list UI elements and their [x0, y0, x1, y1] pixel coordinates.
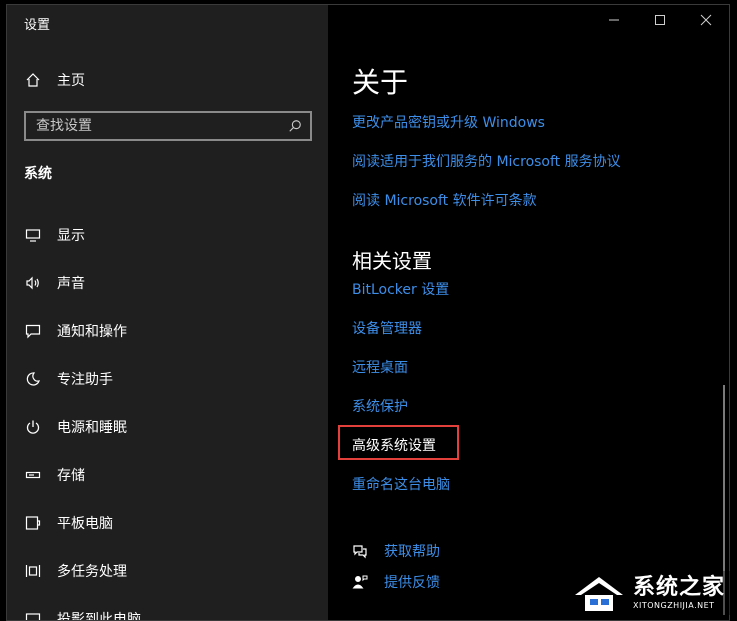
sidebar-item-display[interactable]: 显示 — [7, 211, 328, 259]
watermark-url: XITONGZHIJIA.NET — [632, 600, 715, 610]
link-services-agreement[interactable]: 阅读适用于我们服务的 Microsoft 服务协议 — [352, 151, 621, 171]
sidebar-item-label: 通知和操作 — [57, 324, 127, 340]
link-license-terms[interactable]: 阅读 Microsoft 软件许可条款 — [352, 190, 537, 210]
window-title: 设置 — [24, 18, 51, 33]
multitask-icon — [25, 565, 41, 577]
link-device-manager[interactable]: 设备管理器 — [352, 318, 422, 338]
sidebar-item-power-sleep[interactable]: 电源和睡眠 — [7, 403, 328, 451]
sidebar-item-label: 平板电脑 — [57, 516, 113, 532]
link-rename-pc[interactable]: 重命名这台电脑 — [352, 474, 450, 494]
minimize-icon — [609, 19, 619, 21]
home-icon — [26, 73, 40, 87]
sidebar: 设置 主页 系统 显示 声 — [7, 5, 328, 620]
monitor-icon — [25, 229, 41, 242]
tablet-icon — [25, 516, 41, 530]
sidebar-item-label: 投影到此电脑 — [57, 612, 141, 621]
search-box[interactable] — [24, 111, 312, 141]
link-bitlocker[interactable]: BitLocker 设置 — [352, 279, 449, 299]
related-settings-title: 相关设置 — [352, 249, 432, 273]
sidebar-nav: 显示 声音 通知和操作 专注助手 电源和睡眠 存储 平板电脑 多任务处理 投影到… — [7, 211, 328, 621]
sidebar-item-label: 电源和睡眠 — [57, 420, 127, 436]
watermark-title: 系统之家 — [632, 574, 725, 600]
page-title: 关于 — [352, 66, 409, 99]
feedback-link-label: 提供反馈 — [384, 575, 440, 591]
section-title: 系统 — [24, 166, 52, 182]
link-remote-desktop[interactable]: 远程桌面 — [352, 357, 408, 377]
notification-icon — [25, 324, 41, 339]
close-button[interactable] — [683, 5, 729, 35]
settings-window: 设置 主页 系统 显示 声 — [6, 4, 730, 621]
search-input[interactable] — [36, 118, 266, 134]
power-icon — [26, 420, 40, 434]
sidebar-item-home[interactable]: 主页 — [25, 67, 305, 93]
link-advanced-system-settings[interactable]: 高级系统设置 — [352, 435, 436, 455]
sidebar-item-project-to-pc[interactable]: 投影到此电脑 — [7, 595, 328, 621]
maximize-icon — [655, 15, 665, 25]
link-change-product-key[interactable]: 更改产品密钥或升级 Windows — [352, 112, 545, 132]
sidebar-item-label: 声音 — [57, 276, 85, 292]
sidebar-item-storage[interactable]: 存储 — [7, 451, 328, 499]
content-pane: 关于 更改产品密钥或升级 Windows 阅读适用于我们服务的 Microsof… — [328, 5, 729, 620]
sidebar-item-label: 显示 — [57, 228, 85, 244]
moon-icon — [26, 372, 40, 386]
sidebar-item-tablet[interactable]: 平板电脑 — [7, 499, 328, 547]
sidebar-item-sound[interactable]: 声音 — [7, 259, 328, 307]
sidebar-item-label: 多任务处理 — [57, 564, 127, 580]
sidebar-item-label: 主页 — [57, 73, 85, 89]
sidebar-item-label: 专注助手 — [57, 372, 113, 388]
search-icon[interactable] — [288, 119, 302, 133]
sidebar-item-label: 存储 — [57, 468, 85, 484]
watermark: 系统之家 XITONGZHIJIA.NET — [566, 571, 731, 615]
help-link-label: 获取帮助 — [384, 544, 440, 560]
close-icon — [700, 14, 712, 26]
maximize-button[interactable] — [637, 5, 683, 35]
window-controls — [591, 5, 729, 35]
help-link[interactable]: 获取帮助 — [352, 541, 440, 561]
sidebar-item-multitasking[interactable]: 多任务处理 — [7, 547, 328, 595]
help-chat-icon — [353, 545, 367, 559]
link-system-protection[interactable]: 系统保护 — [352, 396, 408, 416]
speaker-icon — [26, 276, 39, 290]
storage-icon — [25, 471, 41, 479]
house-logo-icon — [574, 577, 623, 611]
minimize-button[interactable] — [591, 5, 637, 35]
feedback-link[interactable]: 提供反馈 — [352, 572, 440, 592]
projector-icon — [25, 613, 41, 620]
feedback-icon — [352, 575, 368, 589]
sidebar-item-notifications[interactable]: 通知和操作 — [7, 307, 328, 355]
sidebar-item-focus-assist[interactable]: 专注助手 — [7, 355, 328, 403]
